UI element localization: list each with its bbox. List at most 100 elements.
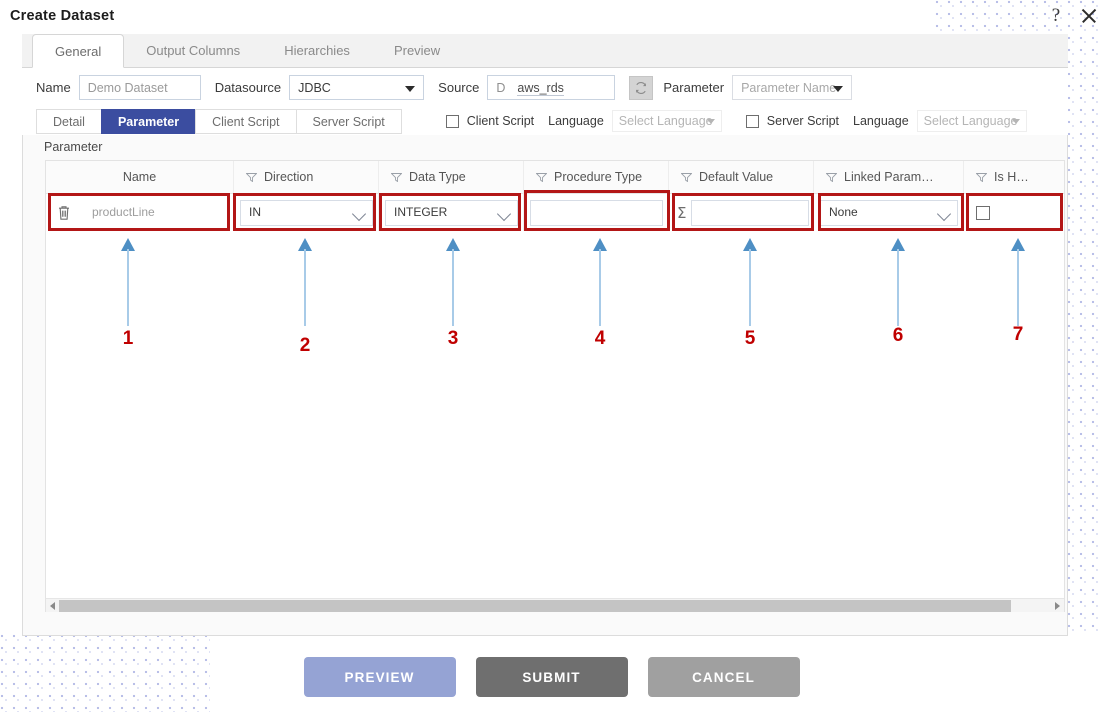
chevron-down-icon	[496, 206, 512, 221]
cell-default-value: Σ	[669, 194, 814, 231]
client-language-placeholder: Select Language	[618, 113, 713, 128]
server-script-label: Server Script	[766, 114, 840, 128]
filter-icon[interactable]	[536, 172, 547, 182]
inner-tab-detail[interactable]: Detail	[36, 108, 101, 134]
cell-is-hidden	[964, 194, 1064, 231]
tab-general-label: General	[55, 44, 102, 59]
chevron-down-icon	[936, 206, 952, 221]
dialog-title-bar: Create Dataset ?	[0, 0, 1103, 34]
parameter-section-label: Parameter	[44, 140, 103, 154]
source-value: aws_rds	[517, 81, 564, 96]
submit-button[interactable]: SUBMIT	[475, 657, 628, 697]
tab-preview[interactable]: Preview	[372, 34, 462, 67]
page-title: Create Dataset	[10, 8, 115, 24]
cancel-button[interactable]: CANCEL	[647, 657, 800, 697]
filter-icon[interactable]	[391, 172, 402, 182]
filter-icon[interactable]	[826, 172, 837, 182]
table-row: productLine IN INTEGER Σ None	[46, 194, 1064, 231]
direction-value: IN	[249, 205, 261, 219]
scroll-right-arrow-icon[interactable]	[1051, 599, 1064, 612]
datasource-select[interactable]: JDBC	[289, 75, 425, 100]
column-header-name[interactable]: Name	[46, 160, 234, 194]
chevron-down-icon	[405, 85, 416, 92]
cell-linked-param: None	[814, 194, 964, 231]
column-header-direction-label: Direction	[264, 170, 314, 184]
name-label: Name	[36, 80, 71, 95]
top-tab-bar: General Output Columns Hierarchies Previ…	[22, 34, 1068, 68]
is-hidden-checkbox[interactable]	[976, 205, 990, 220]
column-header-data-type-label: Data Type	[409, 170, 466, 184]
server-language-select[interactable]: Select Language	[916, 110, 1027, 132]
parameter-grid: Name Direction Data Type Procedure Type …	[45, 160, 1065, 612]
filter-icon[interactable]	[681, 172, 692, 182]
tab-hierarchies-label: Hierarchies	[284, 43, 350, 58]
cell-data-type: INTEGER	[379, 194, 524, 231]
column-header-is-hidden[interactable]: Is H…	[964, 161, 1064, 194]
cell-name: productLine	[46, 194, 234, 231]
tab-output-columns[interactable]: Output Columns	[124, 34, 262, 67]
preview-button[interactable]: PREVIEW	[303, 657, 456, 697]
close-icon[interactable]	[1079, 6, 1099, 26]
column-header-linked-param[interactable]: Linked Param…	[814, 160, 964, 194]
tab-general[interactable]: General	[32, 34, 125, 68]
column-header-is-hidden-label: Is H…	[994, 170, 1029, 184]
trash-icon[interactable]	[56, 204, 72, 221]
client-language-select[interactable]: Select Language	[611, 110, 722, 132]
scrollbar-track[interactable]	[59, 599, 1051, 612]
inner-tab-client-script[interactable]: Client Script	[195, 108, 296, 134]
name-cell-input[interactable]: productLine	[84, 199, 224, 226]
linked-param-select[interactable]: None	[820, 199, 958, 226]
chevron-down-icon	[351, 206, 367, 221]
server-script-checkbox[interactable]	[745, 114, 759, 128]
inner-tab-detail-label: Detail	[53, 114, 85, 129]
parameter-name-select[interactable]: Parameter Name	[732, 75, 853, 100]
column-header-default-value[interactable]: Default Value	[669, 160, 814, 194]
grid-header-row: Name Direction Data Type Procedure Type …	[46, 160, 1064, 194]
tab-preview-label: Preview	[393, 43, 441, 58]
help-icon[interactable]: ?	[1045, 5, 1067, 27]
column-header-procedure-type-label: Procedure Type	[554, 170, 643, 184]
procedure-type-input[interactable]	[530, 199, 663, 226]
data-type-select[interactable]: INTEGER	[385, 199, 518, 226]
column-header-default-value-label: Default Value	[699, 170, 774, 184]
inner-tab-bar: Detail Parameter Client Script Server Sc…	[36, 108, 402, 134]
client-script-checkbox[interactable]	[445, 114, 459, 128]
column-header-linked-param-label: Linked Param…	[844, 170, 934, 184]
direction-select[interactable]: IN	[240, 199, 373, 226]
sigma-icon[interactable]: Σ	[677, 204, 686, 222]
column-header-data-type[interactable]: Data Type	[379, 160, 524, 194]
inner-tab-server-script[interactable]: Server Script	[295, 108, 402, 134]
source-label: Source	[438, 80, 480, 95]
horizontal-scrollbar[interactable]	[46, 598, 1064, 612]
inner-tab-row: Detail Parameter Client Script Server Sc…	[22, 107, 1068, 135]
inner-tab-parameter[interactable]: Parameter	[100, 108, 196, 134]
default-value-input[interactable]	[691, 199, 810, 226]
data-type-value: INTEGER	[394, 205, 448, 219]
column-header-procedure-type[interactable]: Procedure Type	[524, 160, 669, 194]
filter-icon[interactable]	[976, 172, 987, 182]
refresh-icon[interactable]	[629, 75, 654, 100]
parameter-name-placeholder: Parameter Name	[741, 80, 837, 95]
tab-output-columns-label: Output Columns	[146, 43, 241, 58]
name-input-value: Demo Dataset	[87, 81, 168, 95]
name-cell-value: productLine	[92, 205, 155, 219]
dialog-footer: PREVIEW SUBMIT CANCEL	[0, 656, 1103, 698]
chevron-down-icon	[1011, 119, 1020, 124]
inner-tab-parameter-label: Parameter	[117, 114, 180, 129]
inner-tab-server-script-label: Server Script	[312, 114, 385, 129]
tab-hierarchies[interactable]: Hierarchies	[262, 34, 372, 67]
scrollbar-thumb[interactable]	[59, 599, 1012, 612]
chevron-down-icon	[833, 85, 844, 92]
chevron-down-icon	[706, 119, 715, 124]
filter-icon[interactable]	[246, 172, 257, 182]
name-input[interactable]: Demo Dataset	[78, 75, 201, 100]
scroll-left-arrow-icon[interactable]	[46, 599, 59, 612]
parameter-label: Parameter	[663, 80, 725, 95]
datasource-select-value: JDBC	[298, 80, 331, 95]
source-input[interactable]: D aws_rds	[487, 75, 616, 100]
column-header-direction[interactable]: Direction	[234, 160, 379, 194]
cell-direction: IN	[234, 194, 379, 231]
server-script-group: Server Script Language Select Language	[745, 110, 1027, 132]
cell-procedure-type	[524, 194, 669, 231]
client-script-group: Client Script Language Select Language	[445, 110, 722, 132]
